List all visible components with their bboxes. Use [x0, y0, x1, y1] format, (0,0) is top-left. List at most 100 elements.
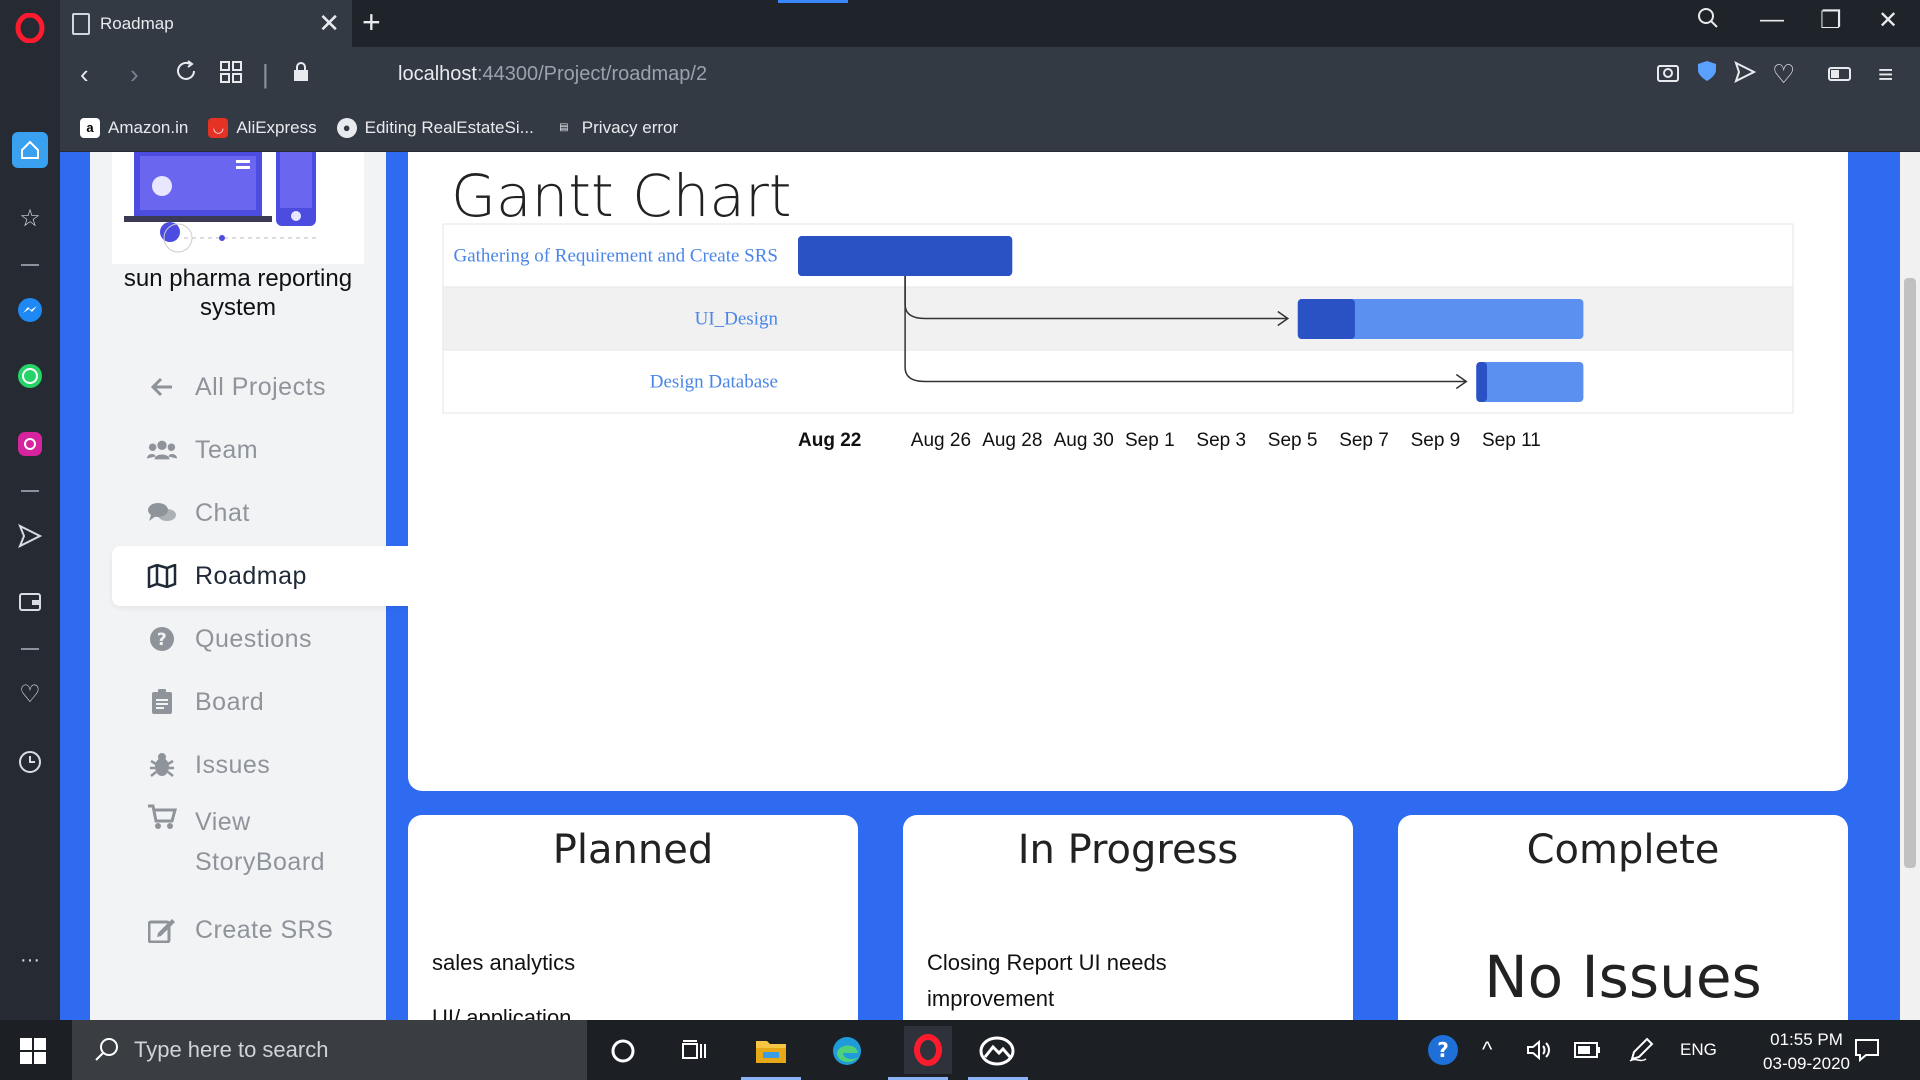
page-icon: [72, 12, 90, 35]
chevron-up-icon[interactable]: ^: [1482, 1020, 1492, 1080]
windows-taskbar: Type here to search ? ^ ENG 01:55 PM 03-…: [0, 1020, 1920, 1080]
tabs-grid-icon[interactable]: [220, 59, 242, 90]
close-window-icon[interactable]: ✕: [1878, 6, 1898, 35]
gantt-bar: [1476, 362, 1584, 402]
windows-start-icon[interactable]: [20, 1038, 46, 1064]
snapshot-icon[interactable]: [1656, 59, 1680, 90]
minimize-icon[interactable]: —: [1760, 6, 1784, 34]
flow-send-icon[interactable]: [1734, 59, 1757, 90]
question-icon: ?: [147, 626, 177, 652]
complete-card: Complete No Issues: [1398, 815, 1848, 1020]
vpn-shield-icon[interactable]: [1696, 59, 1718, 90]
sidebar-item-team[interactable]: Team: [112, 420, 412, 480]
sidebar-item-create-srs[interactable]: Create SRS: [112, 900, 412, 960]
taskbar-search-input[interactable]: Type here to search: [72, 1020, 587, 1080]
tab-title: Roadmap: [100, 13, 174, 33]
aliexpress-icon: ◡: [208, 117, 229, 138]
battery-icon[interactable]: [1574, 1020, 1602, 1080]
messenger-icon[interactable]: [12, 292, 48, 328]
battery-saver-icon[interactable]: [1828, 59, 1854, 90]
speed-dial-icon[interactable]: [12, 132, 48, 168]
send-icon[interactable]: [12, 518, 48, 554]
planned-item[interactable]: sales analytics: [432, 945, 732, 981]
wallet-icon[interactable]: [12, 584, 48, 620]
gantt-axis-label: Sep 7: [1339, 430, 1389, 451]
close-tab-icon[interactable]: ✕: [318, 8, 340, 39]
planned-title: Planned: [552, 827, 714, 873]
arrow-left-icon: [147, 376, 177, 398]
comments-icon: [147, 501, 177, 525]
notifications-icon[interactable]: [1854, 1020, 1880, 1080]
gantt-axis-label: Aug 22: [798, 430, 861, 451]
restore-icon[interactable]: ❐: [1820, 6, 1842, 35]
scrollbar-thumb[interactable]: [1904, 278, 1916, 868]
error-page-icon: ▤: [559, 122, 569, 133]
sidebar-item-view-storyboard[interactable]: View StoryBoard: [112, 798, 412, 878]
search-icon: [94, 1036, 120, 1068]
favorite-heart-icon[interactable]: ♡: [1772, 59, 1795, 90]
instagram-icon[interactable]: [12, 426, 48, 462]
bookmark-privacy-error[interactable]: ▤ Privacy error: [554, 118, 678, 138]
gantt-bar-progress: [1297, 299, 1355, 339]
file-explorer-icon[interactable]: [752, 1032, 790, 1070]
page-scrollbar[interactable]: [1900, 152, 1920, 1020]
new-tab-icon[interactable]: +: [362, 4, 381, 41]
sidebar-item-all-projects[interactable]: All Projects: [112, 357, 412, 417]
photos-app-icon[interactable]: [978, 1032, 1016, 1070]
gantt-chart: Gathering of Requirement and Create SRS U…: [442, 223, 1794, 451]
gantt-axis-label: Sep 3: [1196, 430, 1246, 451]
in-progress-card: In Progress Closing Report UI needs impr…: [903, 815, 1353, 1020]
project-sidebar: sun pharma reporting system All Projects…: [90, 152, 412, 1020]
gantt-axis-label: Sep 11: [1482, 430, 1541, 451]
planned-item-cut[interactable]: UI/ application: [432, 1005, 571, 1020]
back-icon[interactable]: ‹: [80, 59, 89, 90]
github-icon: ●: [336, 117, 357, 138]
bookmark-aliexpress[interactable]: ◡ AliExpress: [208, 117, 317, 138]
task-view-icon[interactable]: [676, 1032, 714, 1070]
forward-icon[interactable]: ›: [130, 59, 139, 90]
sidebar-item-issues[interactable]: Issues: [112, 735, 412, 795]
opera-sidebar: ☆ ♡ ···: [0, 0, 60, 1020]
pen-icon[interactable]: [1628, 1020, 1654, 1080]
gantt-card: Gantt Chart Gathering of Requirement and…: [408, 152, 1848, 791]
no-issues-text: No Issues: [1484, 943, 1762, 1011]
project-name: sun pharma reporting system: [123, 265, 353, 321]
star-icon[interactable]: ☆: [12, 200, 48, 236]
page-viewport: sun pharma reporting system All Projects…: [60, 152, 1920, 1020]
lock-icon[interactable]: [292, 59, 310, 90]
more-icon[interactable]: ···: [12, 942, 48, 978]
opera-logo-icon[interactable]: [12, 10, 48, 46]
gantt-axis-label: Sep 9: [1411, 430, 1461, 451]
heart-icon[interactable]: ♡: [12, 676, 48, 712]
in-progress-item[interactable]: Closing Report UI needs improvement: [927, 945, 1227, 1017]
gantt-axis-label: Aug 30: [1054, 430, 1114, 451]
help-icon[interactable]: ?: [1426, 1020, 1460, 1080]
reload-icon[interactable]: [174, 59, 198, 90]
search-tabs-icon[interactable]: [1696, 6, 1720, 37]
svg-text:?: ?: [1437, 1038, 1449, 1062]
taskbar-clock[interactable]: 01:55 PM 03-09-2020: [1763, 1028, 1850, 1076]
opera-taskbar-icon[interactable]: [904, 1026, 952, 1074]
sidebar-item-questions[interactable]: ? Questions: [112, 609, 412, 669]
cart-icon: [147, 804, 177, 830]
tab-roadmap[interactable]: Roadmap ✕: [60, 0, 352, 47]
whatsapp-icon[interactable]: [12, 358, 48, 394]
gantt-bar-progress: [798, 236, 1013, 276]
project-illustration: [112, 152, 364, 264]
history-icon[interactable]: [12, 744, 48, 780]
sidebar-item-board[interactable]: Board: [112, 672, 412, 732]
map-icon: [147, 564, 177, 588]
sidebar-item-roadmap[interactable]: Roadmap: [112, 546, 412, 606]
volume-icon[interactable]: [1526, 1020, 1552, 1080]
url-field[interactable]: localhost:44300/Project/roadmap/2: [398, 63, 707, 86]
language-indicator[interactable]: ENG: [1680, 1020, 1717, 1080]
edge-icon[interactable]: [828, 1032, 866, 1070]
bookmarks-bar: a Amazon.in ◡ AliExpress ● Editing RealE…: [60, 104, 1920, 152]
gantt-axis-label: Aug 28: [982, 430, 1042, 451]
bookmark-github[interactable]: ● Editing RealEstateSi...: [336, 117, 534, 138]
bookmark-amazon[interactable]: a Amazon.in: [80, 117, 188, 138]
edit-icon: [147, 917, 177, 943]
cortana-icon[interactable]: [604, 1032, 642, 1070]
sidebar-item-chat[interactable]: Chat: [112, 483, 412, 543]
easy-setup-icon[interactable]: ≡: [1878, 59, 1893, 90]
